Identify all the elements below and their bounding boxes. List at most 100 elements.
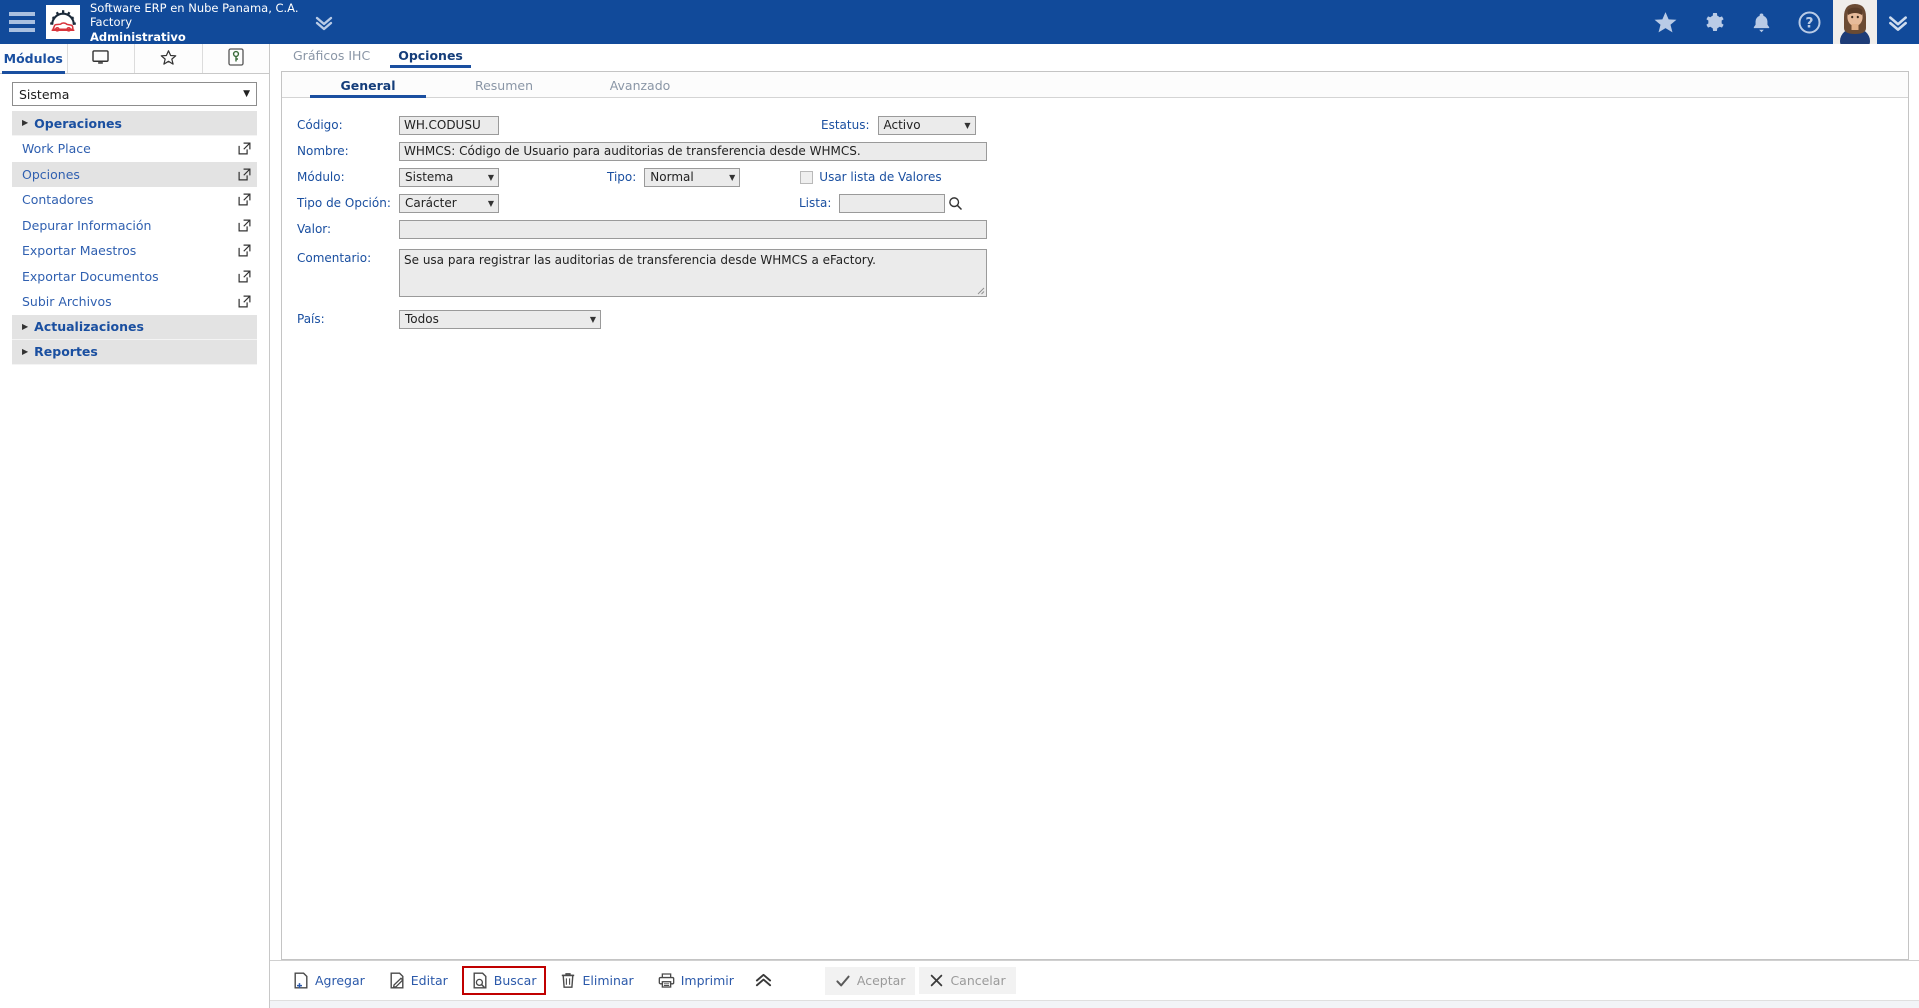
open-external-icon[interactable] <box>238 219 251 232</box>
add-document-icon <box>293 972 309 989</box>
lista-label: Lista: <box>799 196 832 210</box>
open-external-icon[interactable] <box>238 168 251 181</box>
buscar-button[interactable]: Buscar <box>461 966 547 995</box>
sidebar-tab-permisos[interactable] <box>202 44 269 73</box>
agregar-button[interactable]: Agregar <box>283 966 375 995</box>
comentario-textarea[interactable]: Se usa para registrar las auditorias de … <box>399 249 987 297</box>
nav-group-operaciones-label: Operaciones <box>34 115 122 131</box>
printer-icon <box>658 972 675 989</box>
user-menu-chevron-double-down-icon[interactable] <box>1877 0 1919 44</box>
nav-item-depurar-informacion-label: Depurar Información <box>22 217 152 233</box>
open-external-icon[interactable] <box>238 142 251 155</box>
estatus-label: Estatus: <box>821 118 870 132</box>
agregar-label: Agregar <box>315 973 365 988</box>
tipo-select[interactable]: Normal ▼ <box>644 167 741 187</box>
sidebar: Módulos Sistema ▼ ▶ Operaciones Work Pla… <box>0 44 270 1008</box>
aceptar-button[interactable]: Aceptar <box>824 966 916 995</box>
nav-item-work-place-label: Work Place <box>22 141 91 157</box>
nav-group-actualizaciones[interactable]: ▶ Actualizaciones <box>12 314 257 340</box>
lista-search-icon[interactable] <box>945 194 965 213</box>
nav-group-operaciones[interactable]: ▶ Operaciones <box>12 111 257 136</box>
nav-item-opciones[interactable]: Opciones <box>12 161 257 187</box>
tab-opciones[interactable]: Opciones <box>384 48 477 68</box>
nav-item-exportar-maestros-label: Exportar Maestros <box>22 243 137 259</box>
tab-opciones-label: Opciones <box>398 48 463 63</box>
chevron-down-icon: ▼ <box>964 120 971 130</box>
open-external-icon[interactable] <box>238 193 251 206</box>
modulo-label: Módulo: <box>297 170 345 184</box>
sidebar-tab-modulos[interactable]: Módulos <box>0 44 68 74</box>
settings-gear-icon[interactable] <box>1689 0 1737 44</box>
nav-item-exportar-documentos-label: Exportar Documentos <box>22 268 159 284</box>
nav-item-contadores[interactable]: Contadores <box>12 187 257 213</box>
collapse-chevron-double-up-icon[interactable] <box>748 968 779 993</box>
bottom-strip <box>270 1000 1919 1008</box>
pais-value: Todos <box>405 312 439 326</box>
profile-name: Administrativo <box>90 29 186 44</box>
nombre-input[interactable]: WHMCS: Código de Usuario para auditorias… <box>399 141 987 161</box>
user-avatar[interactable] <box>1833 0 1877 44</box>
tab-avanzado-label: Avanzado <box>609 78 671 93</box>
nav-item-work-place[interactable]: Work Place <box>12 136 257 162</box>
trash-icon <box>560 972 576 989</box>
estatus-value: Activo <box>883 118 921 132</box>
open-external-icon[interactable] <box>238 270 251 283</box>
hamburger-icon[interactable] <box>0 0 44 44</box>
sidebar-tab-favoritos[interactable] <box>135 44 203 73</box>
module-select[interactable]: Sistema ▼ <box>12 82 257 106</box>
modulo-select[interactable]: Sistema ▼ <box>399 167 499 187</box>
nav-item-exportar-documentos[interactable]: Exportar Documentos <box>12 264 257 290</box>
aceptar-label: Aceptar <box>856 973 906 988</box>
codigo-label: Código: <box>297 118 343 132</box>
tab-general[interactable]: General <box>300 78 436 98</box>
nav-item-subir-archivos[interactable]: Subir Archivos <box>12 289 257 315</box>
lista-input[interactable] <box>839 193 946 213</box>
tab-avanzado[interactable]: Avanzado <box>572 78 708 97</box>
chevron-down-icon: ▼ <box>589 314 596 324</box>
editar-button[interactable]: Editar <box>379 966 458 995</box>
header-actions: ? <box>1641 0 1919 44</box>
header-expand-chevron-double-down-icon[interactable] <box>313 12 335 32</box>
comentario-label: Comentario: <box>297 251 372 265</box>
imprimir-button[interactable]: Imprimir <box>648 966 744 995</box>
open-external-icon[interactable] <box>238 244 251 257</box>
tab-graficos-ihc[interactable]: Gráficos IHC <box>279 48 384 68</box>
sidebar-tab-modulos-label: Módulos <box>3 51 63 66</box>
edit-document-icon <box>389 972 405 989</box>
expand-triangle-icon: ▶ <box>22 118 29 127</box>
resize-grip-icon[interactable] <box>976 286 985 295</box>
estatus-select[interactable]: Activo ▼ <box>877 115 976 135</box>
row-codigo: Código: WH.CODUSU Estatus: Activo ▼ <box>282 112 1908 138</box>
valor-label: Valor: <box>297 222 332 236</box>
tab-resumen-label: Resumen <box>474 78 534 93</box>
open-external-icon[interactable] <box>238 295 251 308</box>
body-wrapper: Módulos Sistema ▼ ▶ Operaciones Work Pla… <box>0 44 1919 1008</box>
app-header: Software ERP en Nube Panama, C.A. Factor… <box>0 0 1919 44</box>
chevron-down-icon: ▼ <box>487 172 494 182</box>
codigo-value: WH.CODUSU <box>404 118 481 132</box>
nav-item-exportar-maestros[interactable]: Exportar Maestros <box>12 238 257 264</box>
module-select-wrapper: Sistema ▼ <box>0 74 269 111</box>
expand-triangle-icon: ▶ <box>22 321 29 331</box>
valor-input[interactable] <box>399 219 987 239</box>
nav-item-depurar-informacion[interactable]: Depurar Información <box>12 213 257 239</box>
product-name: Factory <box>90 15 133 30</box>
help-question-icon[interactable]: ? <box>1785 0 1833 44</box>
inner-tabs: General Resumen Avanzado <box>282 72 1908 98</box>
cancelar-label: Cancelar <box>950 973 1006 988</box>
usar-lista-checkbox[interactable] <box>800 171 814 184</box>
cancelar-button[interactable]: Cancelar <box>919 967 1016 994</box>
key-icon <box>228 48 244 69</box>
tipo-opcion-select[interactable]: Carácter ▼ <box>399 193 499 213</box>
codigo-input[interactable]: WH.CODUSU <box>399 115 499 135</box>
favorites-star-icon[interactable] <box>1641 0 1689 44</box>
tab-resumen[interactable]: Resumen <box>436 78 572 97</box>
row-pais: País: Todos ▼ <box>282 306 1908 332</box>
document-tabs: Gráficos IHC Opciones <box>270 44 1919 68</box>
search-document-icon <box>472 972 488 989</box>
eliminar-button[interactable]: Eliminar <box>550 966 643 995</box>
nav-group-reportes[interactable]: ▶ Reportes <box>12 339 257 365</box>
notifications-bell-icon[interactable] <box>1737 0 1785 44</box>
sidebar-tab-escritorio[interactable] <box>67 44 135 73</box>
pais-select[interactable]: Todos ▼ <box>399 309 601 329</box>
